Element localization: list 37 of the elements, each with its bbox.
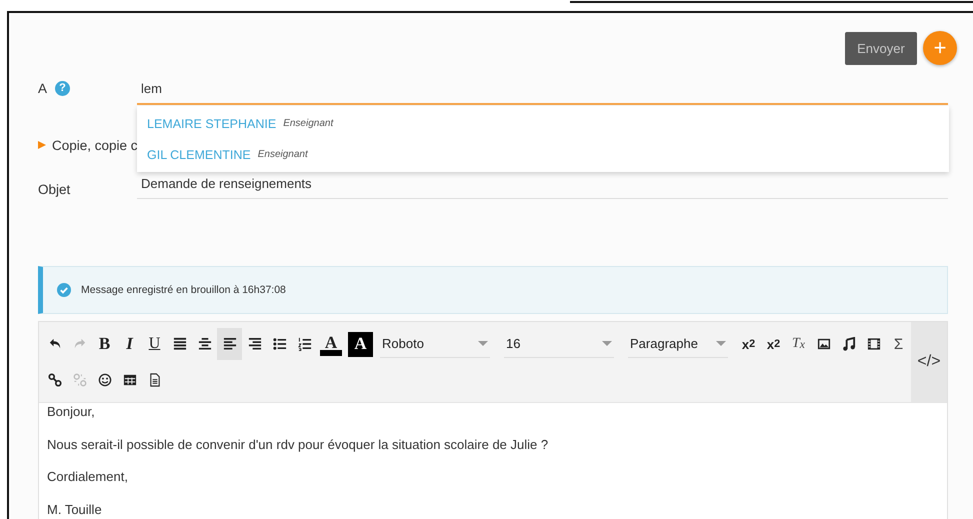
table-icon (122, 373, 136, 387)
align-left-icon (222, 337, 236, 351)
align-left-button[interactable] (217, 328, 242, 360)
underline-button[interactable]: U (142, 328, 167, 360)
italic-button[interactable]: I (117, 328, 142, 360)
bold-button[interactable]: B (92, 328, 117, 360)
text-color-button[interactable]: A (317, 328, 345, 360)
role-label: Enseignant (283, 118, 334, 129)
cc-toggle[interactable]: Copie, copie c (52, 138, 138, 152)
role-label: Enseignant (258, 149, 308, 160)
notice-text: Message enregistré en brouillon à 16h37:08 (81, 284, 286, 296)
dropdown[interactable]: Roboto (380, 330, 490, 358)
image-icon (816, 337, 830, 351)
link-icon (48, 373, 62, 387)
smiley-icon (98, 373, 112, 387)
film-icon (866, 337, 880, 351)
field-label: A (38, 80, 48, 96)
caret-icon (602, 341, 612, 346)
formula-button[interactable]: Σ (886, 328, 911, 360)
source-code-button[interactable]: </> (911, 322, 947, 402)
field-label: Objet (38, 182, 70, 196)
caret-icon (716, 341, 726, 346)
dropdown[interactable]: Paragraphe (628, 330, 728, 358)
broken-link-icon (72, 373, 86, 387)
caret-icon (478, 341, 488, 346)
subject-field[interactable]: Demande de renseignements (137, 169, 948, 199)
align-center-icon (198, 337, 212, 351)
numbered-list-icon (298, 337, 312, 351)
align-right-icon (248, 337, 262, 351)
bullet-list-icon (272, 337, 286, 351)
dropdown[interactable]: 16 (504, 330, 614, 358)
align-justify-icon (172, 337, 186, 351)
check-circle-icon (57, 283, 71, 297)
document-icon (148, 373, 162, 387)
highlight-color-button[interactable]: A (348, 332, 373, 356)
send-button[interactable]: Envoyer (845, 32, 917, 64)
music-note-icon (842, 337, 856, 351)
